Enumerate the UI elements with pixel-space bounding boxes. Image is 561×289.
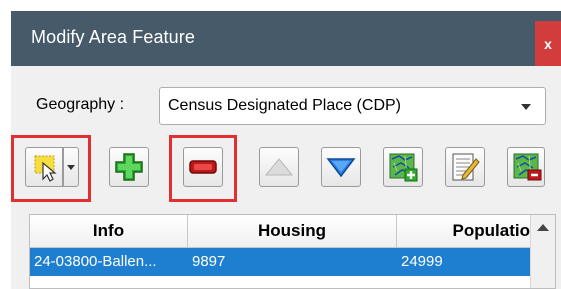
move-up-button[interactable]: [259, 147, 299, 187]
vertical-scrollbar[interactable]: [530, 215, 555, 288]
dialog-panel: Geography : Census Designated Place (CDP…: [11, 66, 561, 289]
cell-population: 24999: [401, 253, 443, 270]
features-table[interactable]: Info Housing Populatio 24-03800-Ballen..…: [29, 214, 556, 289]
table-row[interactable]: 24-03800-Ballen... 9897 24999: [30, 248, 530, 276]
triangle-down-icon: [326, 158, 356, 178]
chevron-down-icon: [521, 104, 531, 110]
cell-housing: 9897: [192, 253, 226, 270]
triangle-up-icon: [264, 158, 294, 176]
close-button[interactable]: x: [535, 21, 561, 66]
map-remove-button[interactable]: [507, 147, 545, 187]
geography-select-value: Census Designated Place (CDP): [168, 97, 401, 114]
geography-label: Geography :: [36, 96, 125, 113]
window-titlebar: Modify Area Feature x: [11, 11, 561, 66]
map-edit-button[interactable]: [445, 147, 485, 187]
map-add-button[interactable]: [383, 147, 423, 187]
table-header: Info Housing Populatio: [30, 215, 530, 248]
window-title: Modify Area Feature: [31, 27, 195, 47]
red-minus-icon: [189, 160, 217, 174]
add-button[interactable]: [109, 147, 149, 187]
close-icon: x: [544, 35, 552, 52]
cell-info: 24-03800-Ballen...: [34, 253, 157, 270]
select-feature-button[interactable]: [25, 147, 63, 187]
column-header-housing[interactable]: Housing: [188, 215, 397, 247]
select-mode-dropdown[interactable]: [63, 147, 79, 187]
remove-button[interactable]: [183, 147, 223, 187]
map-add-icon: [389, 153, 418, 182]
geography-select[interactable]: Census Designated Place (CDP): [159, 87, 546, 125]
green-plus-icon: [115, 153, 143, 181]
column-header-info[interactable]: Info: [30, 215, 188, 247]
column-header-population[interactable]: Populatio: [397, 215, 530, 247]
map-edit-icon: [452, 153, 480, 181]
map-remove-icon: [513, 153, 542, 181]
select-rectangle-icon: [34, 155, 57, 182]
scroll-up-icon[interactable]: [537, 224, 549, 231]
move-down-button[interactable]: [321, 147, 361, 187]
